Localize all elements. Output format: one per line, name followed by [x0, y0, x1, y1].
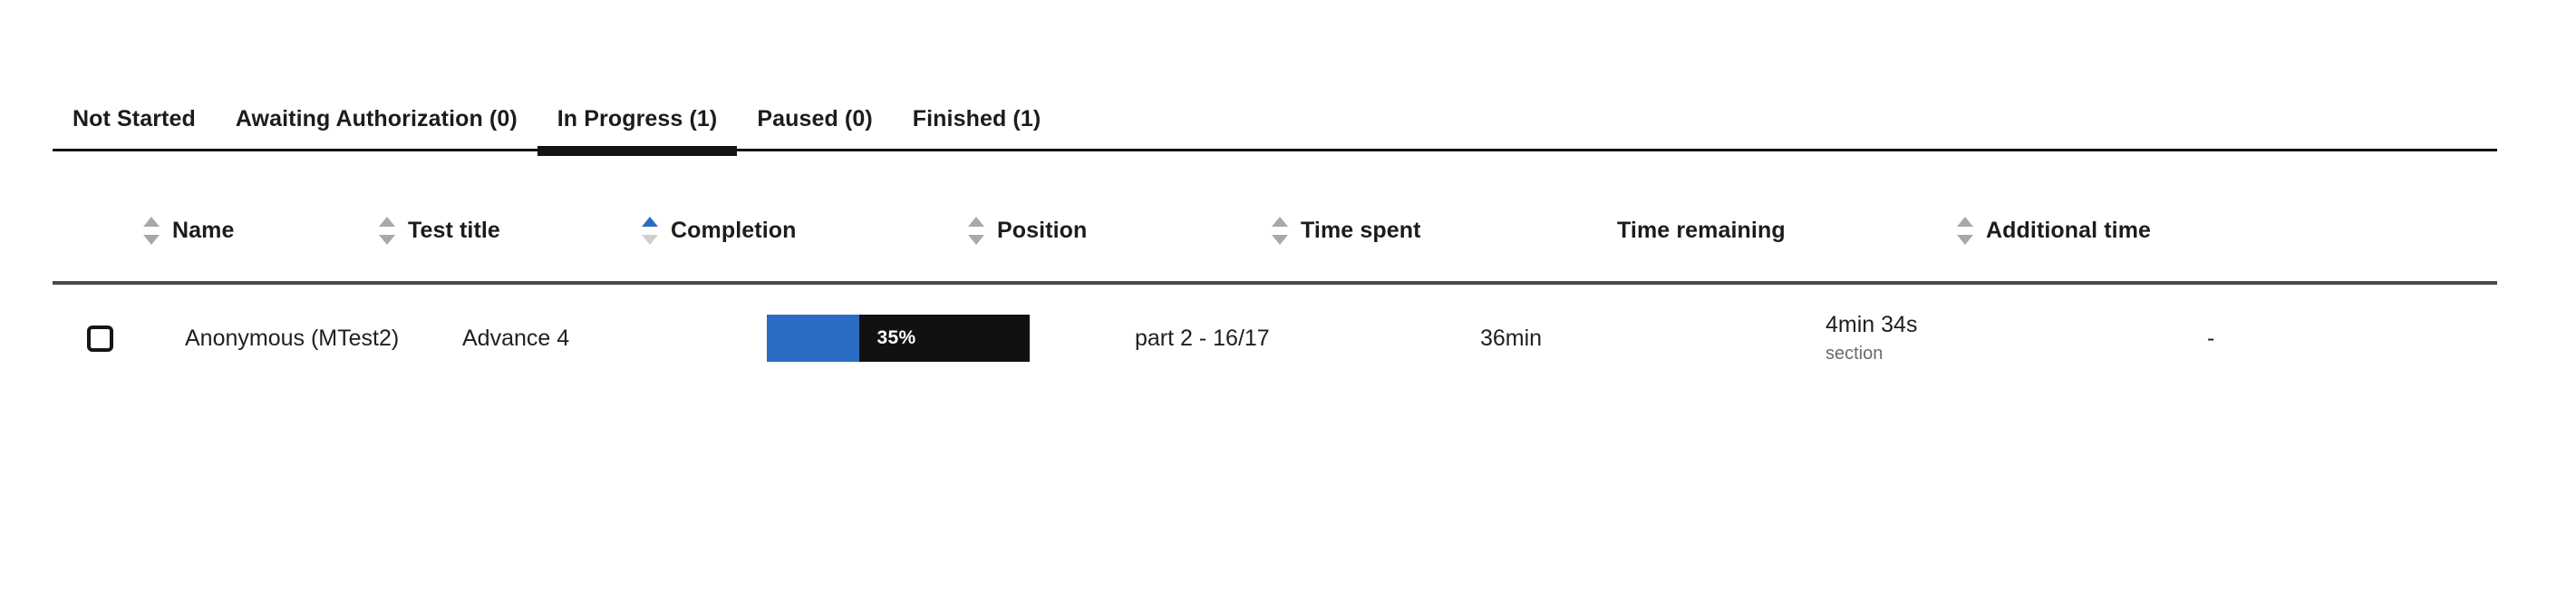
tab-bar-divider	[53, 149, 2497, 151]
sort-ascending-icon-active	[642, 216, 658, 227]
column-header-additional-time-label: Additional time	[1986, 217, 2152, 243]
candidates-table: Name Test title Completion Position Time…	[53, 180, 2497, 392]
column-header-time-remaining-label: Time remaining	[1617, 217, 1786, 243]
time-remaining-scope: section	[1825, 343, 1884, 364]
cell-completion: 35%	[725, 315, 1093, 362]
tab-strip: Not Started Awaiting Authorization (0) I…	[53, 89, 2497, 156]
candidate-name: Anonymous (MTest2)	[185, 325, 400, 351]
table-row[interactable]: Anonymous (MTest2) Advance 4 35% part 2 …	[53, 285, 2497, 392]
sort-descending-icon	[1272, 234, 1288, 245]
column-header-time-spent-label: Time spent	[1301, 217, 1421, 243]
time-remaining-value: 4min 34s	[1825, 312, 1918, 338]
cell-position: part 2 - 16/17	[1093, 326, 1438, 352]
tab-not-started[interactable]: Not Started	[53, 108, 216, 151]
column-header-position[interactable]: Position	[968, 216, 1272, 245]
column-header-name-label: Name	[172, 217, 235, 243]
column-header-test-title[interactable]: Test title	[379, 216, 642, 245]
cell-time-spent: 36min	[1438, 326, 1784, 352]
column-header-time-spent[interactable]: Time spent	[1272, 216, 1575, 245]
sort-descending-icon	[1957, 234, 1973, 245]
cell-name: Anonymous (MTest2)	[143, 326, 421, 352]
sort-arrows-name-icon[interactable]	[143, 216, 160, 245]
time-spent-value: 36min	[1480, 325, 1543, 351]
completion-progress-label: 35%	[876, 327, 916, 348]
tab-in-progress[interactable]: In Progress (1)	[537, 108, 738, 156]
cell-select	[53, 325, 143, 352]
sort-descending-icon	[379, 234, 395, 245]
sort-arrows-additional-time-icon[interactable]	[1957, 216, 1973, 245]
sort-ascending-icon	[1272, 216, 1288, 227]
column-header-additional-time[interactable]: Additional time	[1957, 216, 2256, 245]
sort-ascending-icon	[379, 216, 395, 227]
sort-ascending-icon	[968, 216, 984, 227]
sort-ascending-icon	[143, 216, 160, 227]
table-header-row: Name Test title Completion Position Time…	[53, 180, 2497, 285]
column-header-completion-label: Completion	[671, 217, 797, 243]
additional-time-value: -	[2207, 325, 2215, 351]
column-header-name[interactable]: Name	[143, 216, 379, 245]
tab-paused[interactable]: Paused (0)	[737, 108, 892, 151]
sort-ascending-icon	[1957, 216, 1973, 227]
sort-arrows-completion-icon[interactable]	[642, 216, 658, 245]
position-value: part 2 - 16/17	[1135, 325, 1270, 351]
sort-descending-icon	[642, 234, 658, 245]
tab-finished[interactable]: Finished (1)	[893, 108, 1060, 151]
cell-additional-time: -	[2165, 326, 2506, 352]
test-title-value: Advance 4	[462, 325, 570, 351]
column-header-completion[interactable]: Completion	[642, 216, 968, 245]
time-remaining-group: 4min 34s section	[1825, 313, 1917, 364]
cell-time-remaining: 4min 34s section	[1784, 313, 2165, 364]
sort-descending-icon	[968, 234, 984, 245]
tab-awaiting-authorization[interactable]: Awaiting Authorization (0)	[216, 108, 537, 151]
completion-progress-fill	[767, 315, 859, 362]
sort-arrows-time-spent-icon[interactable]	[1272, 216, 1288, 245]
row-select-checkbox[interactable]	[87, 325, 113, 352]
cell-test-title: Advance 4	[421, 326, 725, 352]
completion-progress-bar: 35%	[767, 315, 1030, 362]
column-header-time-remaining: Time remaining	[1575, 218, 1957, 244]
sort-arrows-position-icon[interactable]	[968, 216, 984, 245]
status-tab-bar: Not Started Awaiting Authorization (0) I…	[53, 89, 2497, 156]
sort-arrows-test-title-icon[interactable]	[379, 216, 395, 245]
column-header-test-title-label: Test title	[408, 217, 500, 243]
column-header-position-label: Position	[997, 217, 1088, 243]
sort-descending-icon	[143, 234, 160, 245]
